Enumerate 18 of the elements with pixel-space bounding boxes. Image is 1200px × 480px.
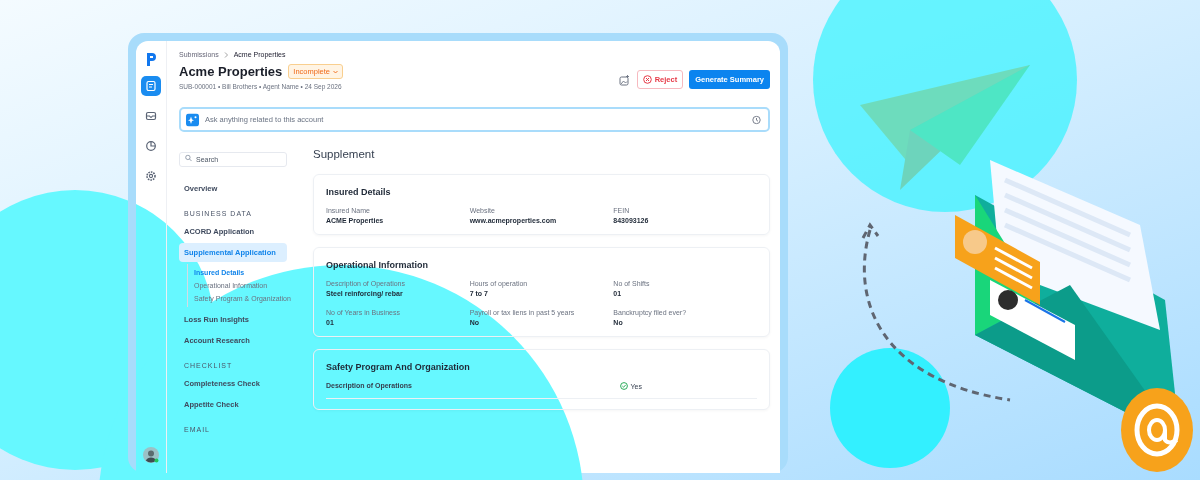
section-heading: Supplement bbox=[313, 148, 376, 160]
close-icon bbox=[642, 75, 652, 84]
image-edit-button[interactable] bbox=[618, 73, 631, 86]
inbox-icon bbox=[145, 110, 157, 122]
card-title: Safety Program And Organization bbox=[326, 362, 471, 372]
search-icon bbox=[185, 154, 192, 161]
card-title: Insured Details bbox=[326, 187, 392, 197]
avatar-icon[interactable] bbox=[143, 447, 159, 463]
document-icon bbox=[145, 80, 157, 92]
chevron-icon bbox=[223, 51, 229, 58]
card-title: Operational Information bbox=[326, 260, 429, 270]
pie-chart-icon bbox=[145, 140, 157, 152]
history-icon[interactable] bbox=[752, 115, 761, 124]
logo-icon bbox=[145, 53, 157, 66]
rail-button[interactable] bbox=[141, 76, 161, 96]
settings-icon bbox=[145, 170, 157, 182]
page-title: Acme Properties bbox=[179, 64, 283, 79]
caret-icon bbox=[333, 69, 338, 74]
